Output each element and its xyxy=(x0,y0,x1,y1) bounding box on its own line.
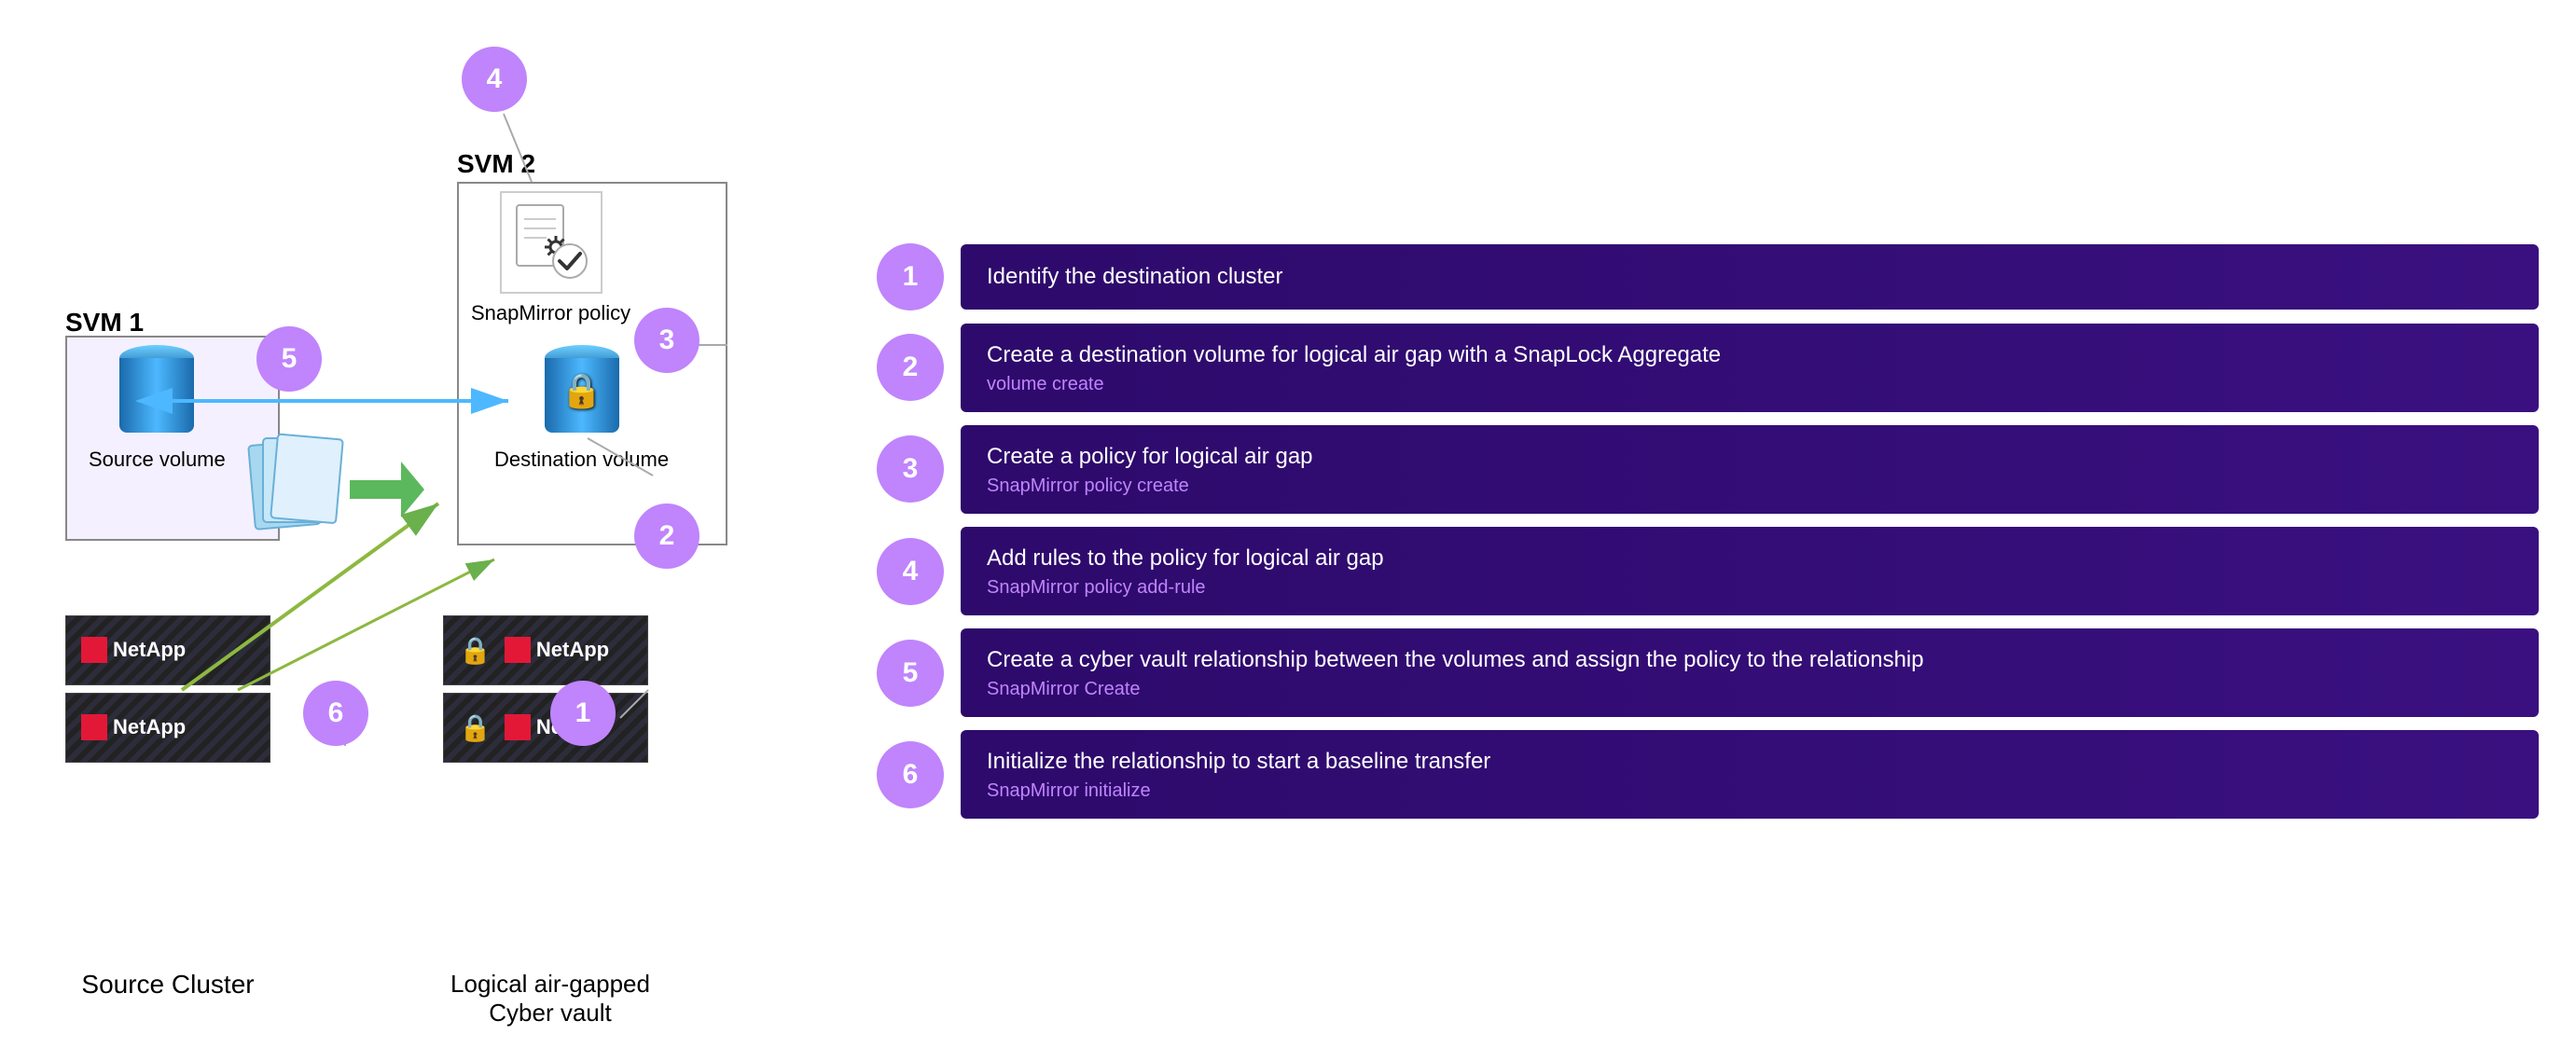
step-circle-6: 6 xyxy=(877,741,944,808)
main-container: SVM 1 Source volume SVM 2 xyxy=(0,0,2576,1062)
netapp-logo-3: 🔒 NetApp xyxy=(459,635,609,666)
step-num-5: 5 xyxy=(903,657,919,689)
step-row-3: 3 Create a policy for logical air gap Sn… xyxy=(877,425,2539,514)
step-subtitle-5: SnapMirror Create xyxy=(987,679,2513,700)
diagram-num-2: 2 xyxy=(634,503,699,569)
step-subtitle-4: SnapMirror policy add-rule xyxy=(987,577,2513,599)
step-row-6: 6 Initialize the relationship to start a… xyxy=(877,730,2539,819)
netapp-logo-2: NetApp xyxy=(81,714,186,740)
step-circle-5: 5 xyxy=(877,640,944,707)
step-num-1: 1 xyxy=(903,261,919,293)
netapp-square-4 xyxy=(505,714,531,740)
step-card-1: Identify the destination cluster xyxy=(961,244,2539,310)
diagram-num-4: 4 xyxy=(462,47,527,112)
step-subtitle-6: SnapMirror initialize xyxy=(987,780,2513,802)
step-row-5: 5 Create a cyber vault relationship betw… xyxy=(877,628,2539,717)
step-title-4: Add rules to the policy for logical air … xyxy=(987,544,2513,572)
diagram-num-1: 1 xyxy=(550,681,616,746)
step-row-2: 2 Create a destination volume for logica… xyxy=(877,324,2539,412)
step-circle-1: 1 xyxy=(877,243,944,310)
step-title-1: Identify the destination cluster xyxy=(987,262,2513,291)
step-row-1: 1 Identify the destination cluster xyxy=(877,243,2539,310)
step-subtitle-2: volume create xyxy=(987,374,2513,395)
lock-server-icon-1: 🔒 xyxy=(459,635,492,666)
netapp-logo-1: NetApp xyxy=(81,637,186,663)
netapp-text-3: NetApp xyxy=(536,638,609,662)
step-circle-3: 3 xyxy=(877,435,944,503)
step-num-4: 4 xyxy=(903,556,919,587)
diagram-section: SVM 1 Source volume SVM 2 xyxy=(37,37,802,1026)
step-num-3: 3 xyxy=(903,453,919,485)
step-card-2: Create a destination volume for logical … xyxy=(961,324,2539,412)
step-title-2: Create a destination volume for logical … xyxy=(987,340,2513,369)
netapp-square-3 xyxy=(505,637,531,663)
netapp-square-1 xyxy=(81,637,107,663)
step-card-4: Add rules to the policy for logical air … xyxy=(961,527,2539,615)
diagram-num-3: 3 xyxy=(634,308,699,373)
step-row-4: 4 Add rules to the policy for logical ai… xyxy=(877,527,2539,615)
diagram-num-5: 5 xyxy=(256,326,322,392)
step-card-5: Create a cyber vault relationship betwee… xyxy=(961,628,2539,717)
step-card-3: Create a policy for logical air gap Snap… xyxy=(961,425,2539,514)
steps-section: 1 Identify the destination cluster 2 Cre… xyxy=(858,19,2539,1043)
step-num-2: 2 xyxy=(903,352,919,383)
lock-server-icon-2: 🔒 xyxy=(459,712,492,743)
step-num-6: 6 xyxy=(903,759,919,791)
step-title-6: Initialize the relationship to start a b… xyxy=(987,747,2513,776)
lock-icon: 🔒 xyxy=(561,371,602,410)
netapp-text-2: NetApp xyxy=(113,715,186,739)
step-title-5: Create a cyber vault relationship betwee… xyxy=(987,645,2513,674)
netapp-text-1: NetApp xyxy=(113,638,186,662)
step-title-3: Create a policy for logical air gap xyxy=(987,442,2513,471)
step-circle-4: 4 xyxy=(877,538,944,605)
diagram-num-6: 6 xyxy=(303,681,368,746)
step-card-6: Initialize the relationship to start a b… xyxy=(961,730,2539,819)
step-circle-2: 2 xyxy=(877,334,944,401)
step-subtitle-3: SnapMirror policy create xyxy=(987,476,2513,497)
netapp-square-2 xyxy=(81,714,107,740)
